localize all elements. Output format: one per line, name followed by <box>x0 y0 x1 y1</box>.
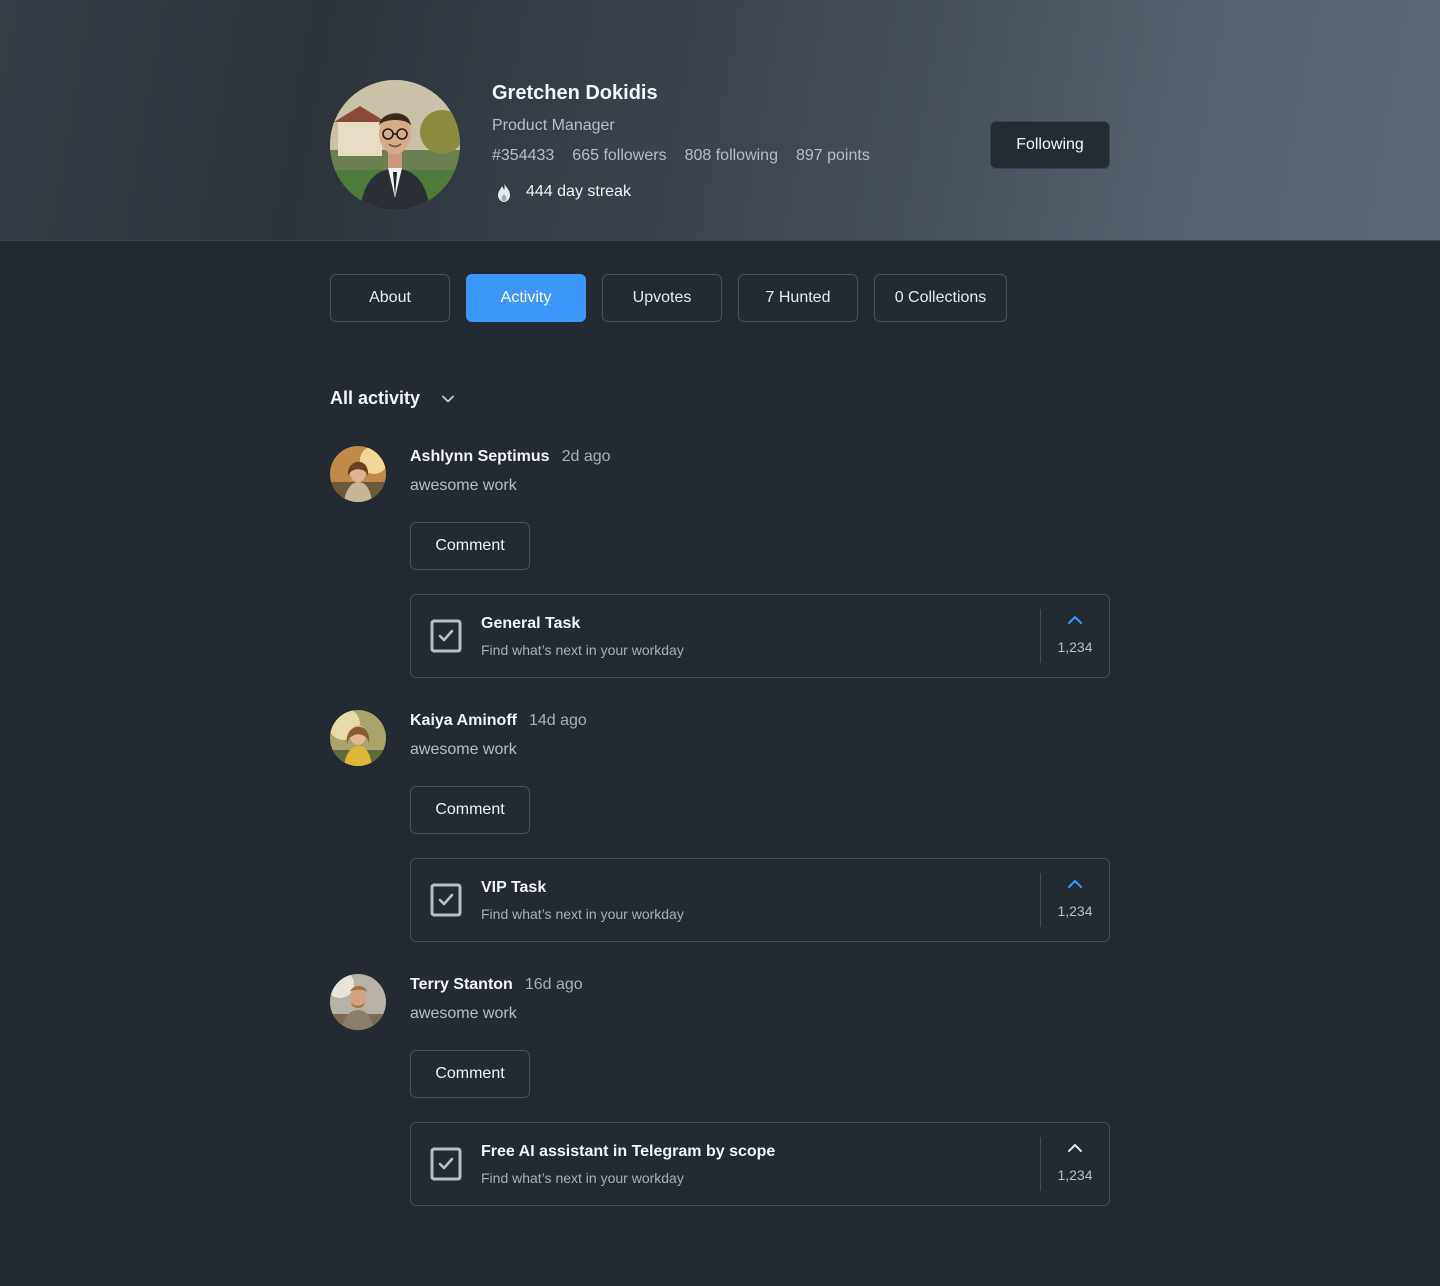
activity-text: awesome work <box>410 1005 517 1022</box>
activity-header: Terry Stanton 16d ago <box>410 976 583 994</box>
upvote-button[interactable]: 1,234 <box>1051 613 1099 655</box>
activity-item: Ashlynn Septimus 2d ago awesome work Com… <box>330 446 1110 678</box>
product-title: Free AI assistant in Telegram by scope <box>481 1143 776 1160</box>
profile-points: 897 points <box>795 147 870 164</box>
product-title: VIP Task <box>481 879 547 896</box>
activity-header: Ashlynn Septimus 2d ago <box>410 448 611 466</box>
avatar[interactable] <box>330 446 386 502</box>
following-button[interactable]: Following <box>990 121 1110 169</box>
card-divider <box>1040 1137 1041 1191</box>
streak-label: 444 day streak <box>526 183 631 200</box>
flame-icon <box>498 182 510 202</box>
activity-time: 16d ago <box>524 976 583 993</box>
avatar[interactable] <box>330 710 386 766</box>
avatar[interactable] <box>330 974 386 1030</box>
task-checkbox-icon <box>430 1147 462 1181</box>
upvote-count: 1,234 <box>1057 903 1093 919</box>
product-card[interactable]: General Task Find what’s next in your wo… <box>410 594 1110 678</box>
activity-text: awesome work <box>410 741 517 758</box>
comment-button[interactable]: Comment <box>410 522 530 570</box>
profile-role: Product Manager <box>492 117 615 134</box>
upvote-button[interactable]: 1,234 <box>1051 877 1099 919</box>
activity-item: Kaiya Aminoff 14d ago awesome work Comme… <box>330 710 1110 942</box>
activity-filter-label: All activity <box>330 388 421 408</box>
product-tagline: Find what’s next in your workday <box>481 642 684 658</box>
card-divider <box>1040 873 1041 927</box>
profile-header: Gretchen Dokidis Product Manager #354433… <box>0 0 1440 241</box>
profile-name: Gretchen Dokidis <box>492 82 658 104</box>
product-tagline: Find what’s next in your workday <box>481 1170 684 1186</box>
profile-avatar <box>330 80 460 210</box>
product-title: General Task <box>481 615 581 632</box>
comment-button[interactable]: Comment <box>410 786 530 834</box>
profile-following[interactable]: 808 following <box>685 147 778 165</box>
product-card[interactable]: Free AI assistant in Telegram by scope F… <box>410 1122 1110 1206</box>
activity-text: awesome work <box>410 477 517 494</box>
activity-filter[interactable]: All activity <box>330 388 458 409</box>
chevron-down-icon <box>442 395 454 402</box>
profile-stats: #354433 665 followers 808 following 897 … <box>492 147 870 165</box>
activity-time: 14d ago <box>528 712 587 729</box>
upvote-button[interactable]: 1,234 <box>1051 1141 1099 1183</box>
activity-user-name[interactable]: Ashlynn Septimus <box>410 448 550 466</box>
profile-streak: 444 day streak <box>492 180 631 204</box>
tab-hunted[interactable]: 7 Hunted <box>738 274 858 322</box>
product-card[interactable]: VIP Task Find what’s next in your workda… <box>410 858 1110 942</box>
activity-time: 2d ago <box>561 448 611 465</box>
task-checkbox-icon <box>430 619 462 653</box>
tab-activity[interactable]: Activity <box>466 274 586 322</box>
activity-user-name[interactable]: Terry Stanton <box>410 976 513 994</box>
card-divider <box>1040 609 1041 663</box>
tab-collections[interactable]: 0 Collections <box>874 274 1007 322</box>
profile-rank: #354433 <box>492 147 555 164</box>
tab-upvotes[interactable]: Upvotes <box>602 274 722 322</box>
task-checkbox-icon <box>430 883 462 917</box>
upvote-count: 1,234 <box>1057 639 1093 655</box>
upvote-count: 1,234 <box>1057 1167 1093 1183</box>
comment-button[interactable]: Comment <box>410 1050 530 1098</box>
profile-followers[interactable]: 665 followers <box>572 147 666 165</box>
activity-header: Kaiya Aminoff 14d ago <box>410 712 587 730</box>
product-tagline: Find what’s next in your workday <box>481 906 684 922</box>
activity-item: Terry Stanton 16d ago awesome work Comme… <box>330 974 1110 1206</box>
activity-user-name[interactable]: Kaiya Aminoff <box>410 712 517 730</box>
profile-tabs: About Activity Upvotes 7 Hunted 0 Collec… <box>330 274 1007 322</box>
tab-about[interactable]: About <box>330 274 450 322</box>
chevron-up-icon <box>1068 1144 1082 1152</box>
chevron-up-icon <box>1068 616 1082 624</box>
chevron-up-icon <box>1068 880 1082 888</box>
